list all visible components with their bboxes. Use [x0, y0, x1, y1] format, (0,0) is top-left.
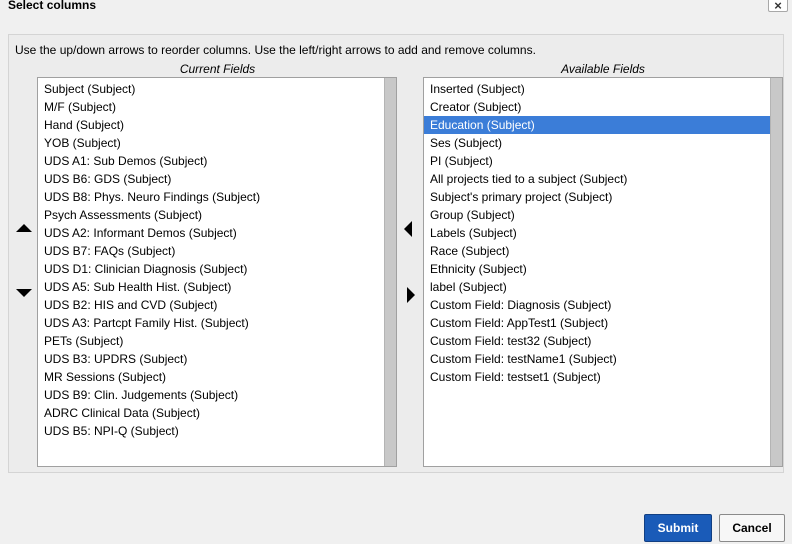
add-field-button[interactable] — [403, 220, 413, 241]
dialog-title: Select columns — [8, 0, 97, 12]
available-field-list-item[interactable]: Group (Subject) — [424, 206, 782, 224]
current-fields-items: Subject (Subject) M/F (Subject) Hand (Subj… — [38, 78, 396, 440]
available-field-list-item[interactable]: Ses (Subject) — [424, 134, 782, 152]
available-field-list-item[interactable]: Race (Subject) — [424, 242, 782, 260]
submit-button[interactable]: Submit — [644, 514, 712, 542]
available-field-list-item[interactable]: PI (Subject) — [424, 152, 782, 170]
arrow-up-icon — [16, 224, 32, 232]
available-fields-items: Inserted (Subject) Creator (Subject) Educa… — [424, 78, 782, 386]
arrow-down-icon — [16, 289, 32, 297]
current-field-list-item[interactable]: UDS A2: Informant Demos (Subject) — [38, 224, 396, 242]
arrow-right-icon — [407, 287, 415, 303]
available-field-list-item[interactable]: Ethnicity (Subject) — [424, 260, 782, 278]
current-field-list-item[interactable]: UDS D1: Clinician Diagnosis (Subject) — [38, 260, 396, 278]
available-field-list-item[interactable]: Creator (Subject) — [424, 98, 782, 116]
current-field-list-item[interactable]: Psych Assessments (Subject) — [38, 206, 396, 224]
cancel-button[interactable]: Cancel — [719, 514, 785, 542]
current-fields-header: Current Fields — [179, 62, 256, 76]
available-field-list-item[interactable]: Labels (Subject) — [424, 224, 782, 242]
close-button[interactable]: × — [768, 0, 788, 12]
available-field-list-item[interactable]: Custom Field: Diagnosis (Subject) — [424, 296, 782, 314]
available-field-list-item[interactable]: All projects tied to a subject (Subject) — [424, 170, 782, 188]
current-field-list-item[interactable]: YOB (Subject) — [38, 134, 396, 152]
available-field-list-item[interactable]: Education (Subject) — [424, 116, 782, 134]
current-field-list-item[interactable]: ADRC Clinical Data (Subject) — [38, 404, 396, 422]
available-fields-header: Available Fields — [561, 62, 645, 76]
current-fields-list[interactable]: Subject (Subject) M/F (Subject) Hand (Subj… — [37, 77, 397, 467]
instructions-text: Use the up/down arrows to reorder column… — [15, 43, 536, 57]
current-fields-scrollbar[interactable] — [384, 78, 396, 466]
current-field-list-item[interactable]: UDS A3: Partcpt Family Hist. (Subject) — [38, 314, 396, 332]
current-field-list-item[interactable]: UDS B3: UPDRS (Subject) — [38, 350, 396, 368]
move-down-button[interactable] — [15, 287, 33, 301]
current-field-list-item[interactable]: UDS B7: FAQs (Subject) — [38, 242, 396, 260]
current-field-list-item[interactable]: UDS B6: GDS (Subject) — [38, 170, 396, 188]
current-field-list-item[interactable]: UDS A1: Sub Demos (Subject) — [38, 152, 396, 170]
current-field-list-item[interactable]: M/F (Subject) — [38, 98, 396, 116]
current-field-list-item[interactable]: UDS B8: Phys. Neuro Findings (Subject) — [38, 188, 396, 206]
available-field-list-item[interactable]: Custom Field: testName1 (Subject) — [424, 350, 782, 368]
current-field-list-item[interactable]: Hand (Subject) — [38, 116, 396, 134]
available-field-list-item[interactable]: label (Subject) — [424, 278, 782, 296]
dialog-titlebar: Select columns × — [0, 0, 792, 14]
available-field-list-item[interactable]: Custom Field: test32 (Subject) — [424, 332, 782, 350]
available-field-list-item[interactable]: Subject's primary project (Subject) — [424, 188, 782, 206]
current-field-list-item[interactable]: MR Sessions (Subject) — [38, 368, 396, 386]
available-field-list-item[interactable]: Inserted (Subject) — [424, 80, 782, 98]
current-field-list-item[interactable]: UDS B2: HIS and CVD (Subject) — [38, 296, 396, 314]
current-field-list-item[interactable]: Subject (Subject) — [38, 80, 396, 98]
remove-field-button[interactable] — [406, 286, 416, 307]
current-field-list-item[interactable]: PETs (Subject) — [38, 332, 396, 350]
arrow-left-icon — [404, 221, 412, 237]
current-field-list-item[interactable]: UDS A5: Sub Health Hist. (Subject) — [38, 278, 396, 296]
available-fields-scrollbar[interactable] — [770, 78, 782, 466]
move-up-button[interactable] — [15, 222, 33, 236]
current-field-list-item[interactable]: UDS B9: Clin. Judgements (Subject) — [38, 386, 396, 404]
current-field-list-item[interactable]: UDS B5: NPI-Q (Subject) — [38, 422, 396, 440]
available-fields-list[interactable]: Inserted (Subject) Creator (Subject) Educa… — [423, 77, 783, 467]
available-field-list-item[interactable]: Custom Field: testset1 (Subject) — [424, 368, 782, 386]
available-field-list-item[interactable]: Custom Field: AppTest1 (Subject) — [424, 314, 782, 332]
